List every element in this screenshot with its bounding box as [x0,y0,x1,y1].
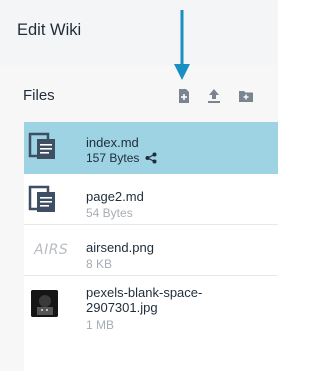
add-folder-icon[interactable] [238,88,254,104]
editor-header: Edit Wiki [0,0,278,65]
file-name: page2.md [86,189,144,204]
add-file-icon[interactable] [176,88,192,104]
files-heading: Files [23,87,55,104]
file-name: airsend.png [86,240,154,255]
file-item-page2-md[interactable]: page2.md 54 Bytes [24,174,278,225]
document-icon [28,132,55,159]
share-icon[interactable] [145,152,157,164]
file-size: 8 KB [86,257,113,271]
file-item-airsend-png[interactable]: AIRS airsend.png 8 KB [24,225,278,276]
file-size: 157 Bytes [86,151,140,165]
image-thumbnail: AIRS [34,242,69,258]
file-name: index.md [86,135,139,150]
page-title: Edit Wiki [17,21,82,39]
file-name-line-2: 2907301.jpg [86,300,158,315]
file-item-index-md[interactable]: index.md 157 Bytes [24,122,278,174]
file-size: 1 MB [86,318,115,332]
image-thumbnail [31,290,58,317]
file-name-line-1: pexels-blank-space- [86,285,203,300]
file-list: index.md 157 Bytes page2.md 54 Bytes AIR… [24,122,278,371]
document-icon [28,185,55,212]
file-size: 54 Bytes [86,206,133,220]
file-item-pexels-jpg[interactable]: pexels-blank-space- 2907301.jpg 1 MB [24,276,278,371]
photo-icon [31,290,58,317]
upload-icon[interactable] [206,88,222,104]
annotation-arrow-icon [174,10,190,80]
